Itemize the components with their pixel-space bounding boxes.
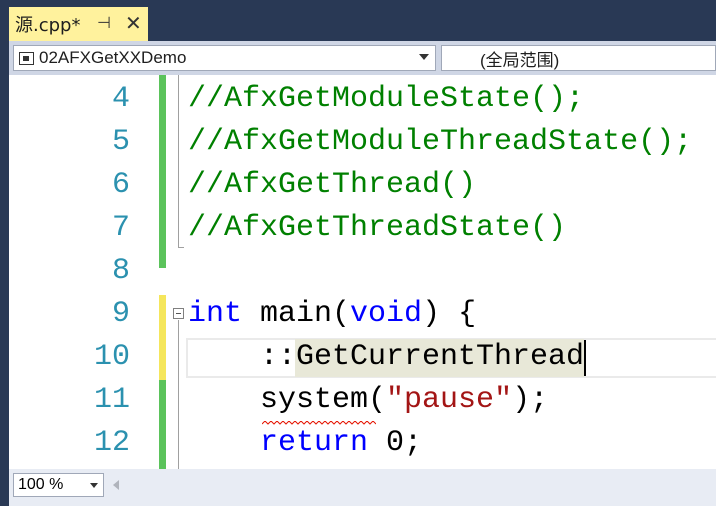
string-literal: "pause" — [386, 383, 513, 417]
code-line: //AfxGetModuleState(); — [188, 82, 585, 116]
code-line: system("pause"); — [188, 379, 548, 422]
pin-icon[interactable]: ⊣ — [97, 13, 111, 33]
error-squiggle — [262, 421, 376, 425]
line-number: 7 — [111, 211, 130, 245]
line-number: 5 — [111, 125, 130, 159]
zoom-level: 100 % — [18, 476, 64, 493]
scope-dropdown[interactable]: (全局范围) — [441, 45, 716, 71]
code-text: main( — [242, 297, 351, 331]
scroll-left-icon[interactable] — [113, 480, 119, 490]
code-text: 0; — [368, 426, 423, 460]
project-dropdown[interactable]: 02AFXGetXXDemo — [13, 45, 436, 71]
line-number: 10 — [93, 340, 130, 374]
chevron-down-icon[interactable] — [90, 483, 98, 488]
code-editor[interactable]: 4 5 6 7 8 9 10 11 12 //AfxGetModuleState… — [9, 75, 716, 469]
line-number: 6 — [111, 168, 130, 202]
project-name: 02AFXGetXXDemo — [39, 48, 187, 67]
close-icon[interactable]: ✕ — [125, 11, 142, 36]
code-line: //AfxGetThread() — [188, 168, 477, 202]
code-line: ::GetCurrentThread — [188, 340, 585, 374]
collapse-icon[interactable] — [173, 308, 184, 319]
navigation-bar: 02AFXGetXXDemo (全局范围) — [9, 41, 716, 75]
outline-guide-end — [178, 247, 184, 248]
line-number: 9 — [111, 297, 130, 331]
keyword: void — [350, 297, 423, 331]
keyword: int — [188, 297, 243, 331]
code-line: //AfxGetModuleThreadState(); — [188, 125, 693, 159]
line-number: 8 — [111, 254, 130, 288]
text-caret — [584, 340, 586, 376]
document-tab-bar: 源.cpp* ⊣ ✕ — [0, 0, 716, 41]
code-text: ) { — [422, 297, 477, 331]
code-line: //AfxGetThreadState() — [188, 211, 567, 245]
saved-change-indicator — [159, 380, 166, 469]
code-line: return 0; — [188, 422, 422, 465]
code-text: system( — [188, 383, 387, 417]
scope-name: (全局范围) — [480, 50, 560, 70]
line-number: 11 — [93, 383, 130, 417]
line-number: 4 — [111, 82, 130, 116]
saved-change-indicator — [159, 75, 166, 268]
tab-title: 源.cpp* — [15, 15, 81, 36]
code-line: int main(void) { — [188, 293, 476, 336]
unsaved-change-indicator — [159, 295, 166, 380]
horizontal-scrollbar[interactable] — [109, 475, 709, 495]
outline-guide — [178, 75, 179, 248]
outline-guide — [178, 320, 179, 469]
chevron-down-icon[interactable] — [419, 54, 429, 60]
code-text: ); — [512, 383, 549, 417]
project-icon — [19, 51, 34, 65]
zoom-dropdown[interactable]: 100 % — [13, 473, 104, 497]
editor-status-bar: 100 % — [9, 469, 716, 506]
document-tab[interactable]: 源.cpp* ⊣ ✕ — [9, 7, 148, 41]
line-number: 12 — [93, 426, 130, 460]
keyword: return — [260, 426, 369, 460]
